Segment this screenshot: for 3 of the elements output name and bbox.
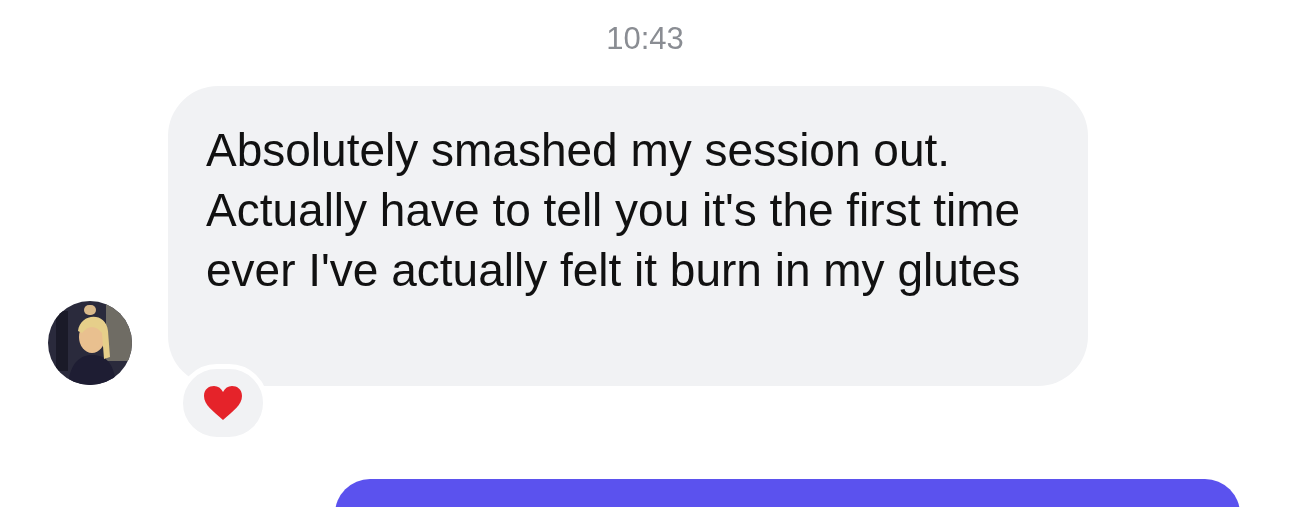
heart-icon — [203, 385, 243, 421]
message-timestamp: 10:43 — [605, 20, 685, 58]
message-bubble: Absolutely smashed my session out. Actually have to tell you it's the first time ever I've actually felt it burn in my glutes — [168, 86, 1088, 386]
